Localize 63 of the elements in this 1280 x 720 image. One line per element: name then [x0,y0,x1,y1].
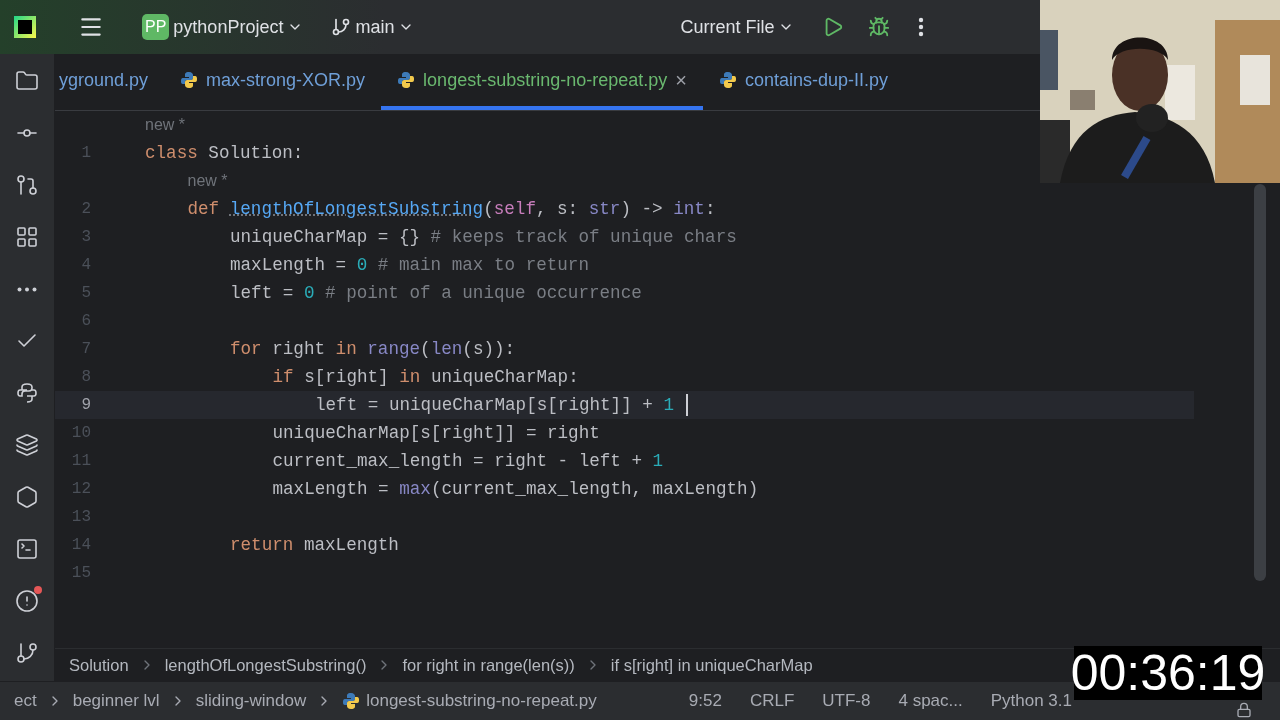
app-logo-icon [14,16,36,38]
python-file-icon [718,71,737,89]
tab-label: contains-dup-II.py [744,69,888,91]
code-line: maxLength = 0 # main max to return [230,255,589,275]
file-tab[interactable]: yground.py [55,54,165,110]
status-item[interactable]: CRLF [749,691,795,711]
python-file-icon [397,71,416,89]
text-caret [686,394,688,416]
folder-icon [15,69,39,93]
file-tab[interactable]: max-strong-XOR.py [164,54,382,110]
project-name: pythonProject [173,16,284,38]
pull-request-icon [15,173,39,197]
terminal-icon [15,537,39,561]
python-file-icon [180,71,199,89]
file-tab[interactable]: longest-substring-no-repeat.py × [381,54,703,110]
close-tab-button[interactable]: × [675,68,687,92]
breadcrumb[interactable]: for right in range(len(s)) [402,655,575,675]
code-line: uniqueCharMap = {} # keeps track of unique chars [230,227,737,247]
code-line: uniqueCharMap[s[right]] = right [272,423,600,443]
timer: 00:36:19 [1074,646,1262,700]
branch-name: main [355,16,395,38]
code-line: def lengthOfLongestSubstring(self, s: str) -> int: [187,199,716,219]
code-line: left = uniqueCharMap[s[right]] + 1 [315,395,674,415]
author-hint: new * [187,172,228,190]
code-line: maxLength = max(current_max_length, maxLength) [272,479,759,499]
path-segment[interactable]: ect [14,691,37,711]
tab-label: yground.py [59,69,149,91]
status-item[interactable]: 4 spac... [898,691,963,711]
breadcrumb[interactable]: Solution [69,655,129,675]
code-line: left = 0 # point of a unique occurrence [230,283,642,303]
run-config-selector[interactable]: Current File [672,12,803,42]
lock-icon[interactable] [1236,702,1252,718]
branch-icon [331,17,352,37]
bug-icon [868,16,891,38]
code-line: class Solution: [145,143,304,163]
tab-label: longest-substring-no-repeat.py [423,69,668,91]
status-item[interactable]: UTF-8 [822,691,871,711]
notification-dot [34,586,42,594]
path-segment[interactable]: sliding-window [195,691,307,711]
path-segment[interactable]: longest-substring-no-repeat.py [366,691,597,711]
path-segment[interactable]: beginner lvl [72,691,160,711]
scrollbar[interactable] [1254,184,1266,581]
structure-icon [15,225,39,249]
project-selector[interactable]: PP pythonProject [134,10,312,44]
file-tab[interactable]: contains-dup-II.py [702,54,904,110]
layers-icon [15,433,39,457]
line-number: 9 [81,395,92,416]
status-item[interactable]: 9:52 [688,691,722,711]
code-line: if s[right] in uniqueCharMap: [272,367,579,387]
git-branch-icon [15,641,39,665]
code-line: return maxLength [230,535,399,555]
code-line: for right in range(len(s)): [230,339,516,359]
status-item[interactable]: Python 3.1 [990,691,1072,711]
breadcrumb[interactable]: lengthOfLongestSubstring() [164,655,367,675]
run-config-name: Current File [680,16,775,38]
problems-icon [15,589,39,613]
tab-label: max-strong-XOR.py [206,69,366,91]
breadcrumb[interactable]: if s[right] in uniqueCharMap [610,655,813,675]
author-hint: new * [145,116,186,134]
branch-selector[interactable]: main [323,12,423,42]
python-file-icon [342,692,361,710]
code-line: current_max_length = right - left + 1 [272,451,664,471]
project-badge: PP [142,14,170,40]
